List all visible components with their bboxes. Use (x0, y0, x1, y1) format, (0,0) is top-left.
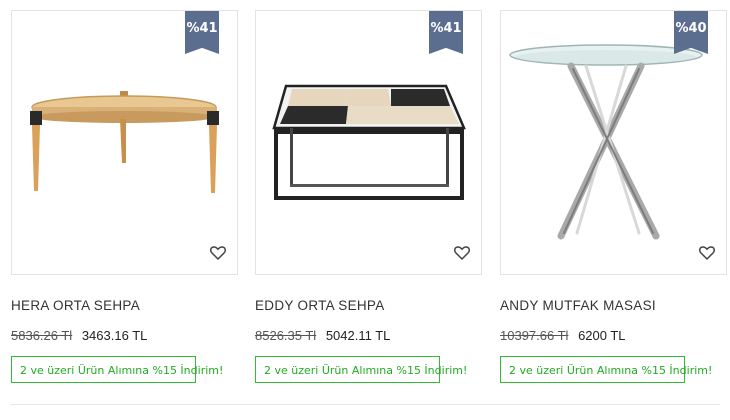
discount-badge: %40 (674, 11, 708, 54)
heart-icon[interactable] (453, 244, 471, 262)
product-card[interactable]: %41 HERA ORTA SEHPA 5836.26 Tl 3463.16 T… (11, 10, 238, 383)
discount-badge: %41 (429, 11, 463, 54)
promo-badge: 2 ve üzeri Ürün Alımına %15 İndirim! (255, 356, 467, 383)
old-price: 8526.35 Tl (255, 328, 317, 343)
new-price: 3463.16 TL (81, 328, 148, 343)
product-image (509, 44, 703, 240)
product-name[interactable]: EDDY ORTA SEHPA (255, 297, 482, 315)
heart-icon[interactable] (209, 244, 227, 262)
promo-badge: 2 ve üzeri Ürün Alımına %15 İndirim! (11, 356, 223, 383)
product-image (272, 84, 466, 200)
product-image (30, 91, 219, 193)
product-card[interactable]: %40 ANDY MUTFAK MASASI 10397.66 Tl 6200 … (500, 10, 727, 383)
discount-badge: %41 (185, 11, 219, 54)
product-image-area[interactable]: %41 (255, 10, 482, 275)
product-name[interactable]: ANDY MUTFAK MASASI (500, 297, 727, 315)
old-price: 10397.66 Tl (500, 328, 569, 343)
heart-icon[interactable] (698, 244, 716, 262)
price-row: 5836.26 Tl 3463.16 TL (11, 327, 238, 345)
product-name[interactable]: HERA ORTA SEHPA (11, 297, 238, 315)
product-image-area[interactable]: %41 (11, 10, 238, 275)
new-price: 6200 TL (578, 328, 626, 343)
product-image-area[interactable]: %40 (500, 10, 727, 275)
old-price: 5836.26 Tl (11, 328, 73, 343)
promo-badge: 2 ve üzeri Ürün Alımına %15 İndirim! (500, 356, 712, 383)
divider (10, 404, 720, 405)
product-card[interactable]: %41 EDDY ORTA SEHPA 8526.35 Tl 5042.11 T… (255, 10, 482, 383)
price-row: 8526.35 Tl 5042.11 TL (255, 327, 482, 345)
price-row: 10397.66 Tl 6200 TL (500, 327, 727, 345)
new-price: 5042.11 TL (325, 328, 391, 343)
